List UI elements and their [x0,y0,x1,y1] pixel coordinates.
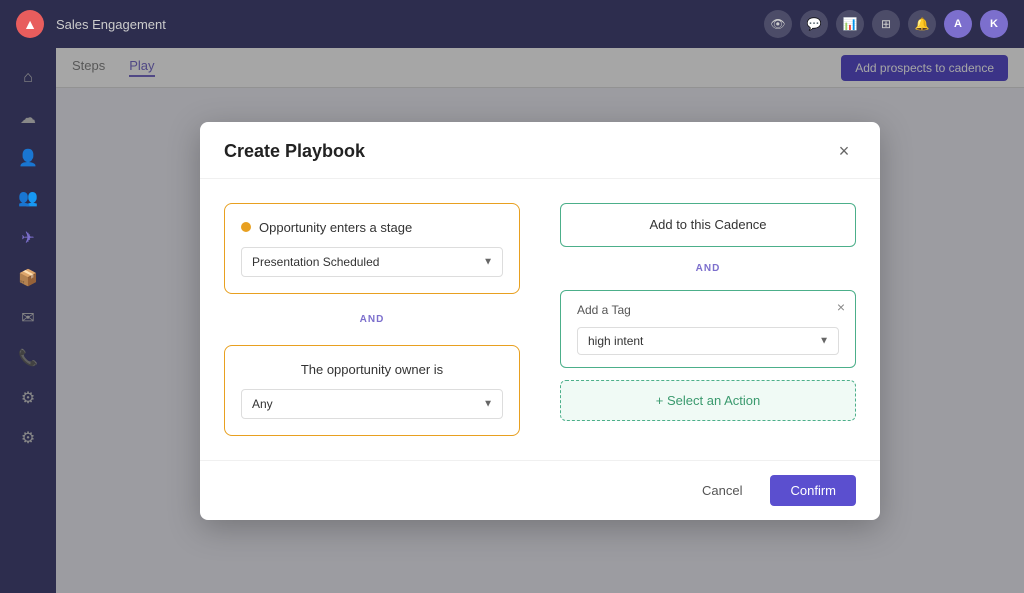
and-divider-left: AND [224,310,520,329]
nav-icon-chart[interactable]: 📊 [836,10,864,38]
left-column: Opportunity enters a stage Presentation … [224,203,520,436]
sidebar-item-reports[interactable]: 👥 [10,180,46,216]
sidebar-item-phone[interactable]: 📞 [10,340,46,376]
condition-card-owner: The opportunity owner is Any Me My Team … [224,345,520,436]
avatar-k[interactable]: K [980,10,1008,38]
stage-select-wrapper: Presentation Scheduled Prospecting Quali… [241,247,503,277]
condition-card-stage: Opportunity enters a stage Presentation … [224,203,520,294]
and-divider-right: AND [560,259,856,278]
condition-dot-stage [241,222,251,232]
app-logo: ▲ [16,10,44,38]
nav-icon-grid[interactable]: ⊞ [872,10,900,38]
sidebar: ⌂ ☁ 👤 👥 ✈ 📦 ✉ 📞 ⚙ ⚙ [0,48,56,593]
tag-card-close-button[interactable]: × [837,299,845,315]
tag-select-wrapper: high intent medium intent low intent ▼ [577,327,839,355]
sidebar-item-integrations[interactable]: ⚙ [10,380,46,416]
sidebar-item-user[interactable]: 👤 [10,140,46,176]
modal-overlay: Create Playbook × Opportunity enters a s… [56,48,1024,593]
content-area: Steps Play Add prospects to cadence Crea… [56,48,1024,593]
condition-label-owner: The opportunity owner is [241,362,503,377]
main-layout: ⌂ ☁ 👤 👥 ✈ 📦 ✉ 📞 ⚙ ⚙ Steps Play Add prosp… [0,48,1024,593]
sidebar-item-mail[interactable]: ✉ [10,300,46,336]
nav-icon-bell[interactable]: 🔔 [908,10,936,38]
add-to-cadence-card[interactable]: Add to this Cadence [560,203,856,247]
sidebar-item-send[interactable]: ✈ [10,220,46,256]
cancel-button[interactable]: Cancel [686,475,758,506]
confirm-button[interactable]: Confirm [770,475,856,506]
app-title: Sales Engagement [56,17,752,32]
stage-select[interactable]: Presentation Scheduled Prospecting Quali… [241,247,503,277]
modal-body: Opportunity enters a stage Presentation … [200,179,880,460]
avatar-a[interactable]: A [944,10,972,38]
right-column: Add to this Cadence AND × Add a Tag [560,203,856,436]
nav-icon-eye[interactable]: 👁 [764,10,792,38]
tag-select[interactable]: high intent medium intent low intent [577,327,839,355]
top-nav: ▲ Sales Engagement 👁 💬 📊 ⊞ 🔔 A K [0,0,1024,48]
select-action-label: + Select an Action [656,393,760,408]
nav-icon-chat[interactable]: 💬 [800,10,828,38]
sidebar-item-box[interactable]: 📦 [10,260,46,296]
modal-header: Create Playbook × [200,122,880,179]
create-playbook-modal: Create Playbook × Opportunity enters a s… [200,122,880,520]
add-to-cadence-label: Add to this Cadence [649,217,766,232]
tag-card-title: Add a Tag [577,303,839,317]
sidebar-item-cloud[interactable]: ☁ [10,100,46,136]
owner-select[interactable]: Any Me My Team [241,389,503,419]
modal-footer: Cancel Confirm [200,460,880,520]
app-shell: ▲ Sales Engagement 👁 💬 📊 ⊞ 🔔 A K ⌂ ☁ 👤 👥… [0,0,1024,593]
condition-header-stage: Opportunity enters a stage [241,220,503,235]
sidebar-item-settings[interactable]: ⚙ [10,420,46,456]
tag-card: × Add a Tag high intent medium intent lo… [560,290,856,368]
sidebar-item-home[interactable]: ⌂ [10,60,46,96]
select-action-button[interactable]: + Select an Action [560,380,856,421]
condition-label-stage: Opportunity enters a stage [259,220,412,235]
modal-close-button[interactable]: × [832,140,856,164]
nav-icons: 👁 💬 📊 ⊞ 🔔 A K [764,10,1008,38]
owner-select-wrapper: Any Me My Team ▼ [241,389,503,419]
modal-title: Create Playbook [224,141,365,162]
